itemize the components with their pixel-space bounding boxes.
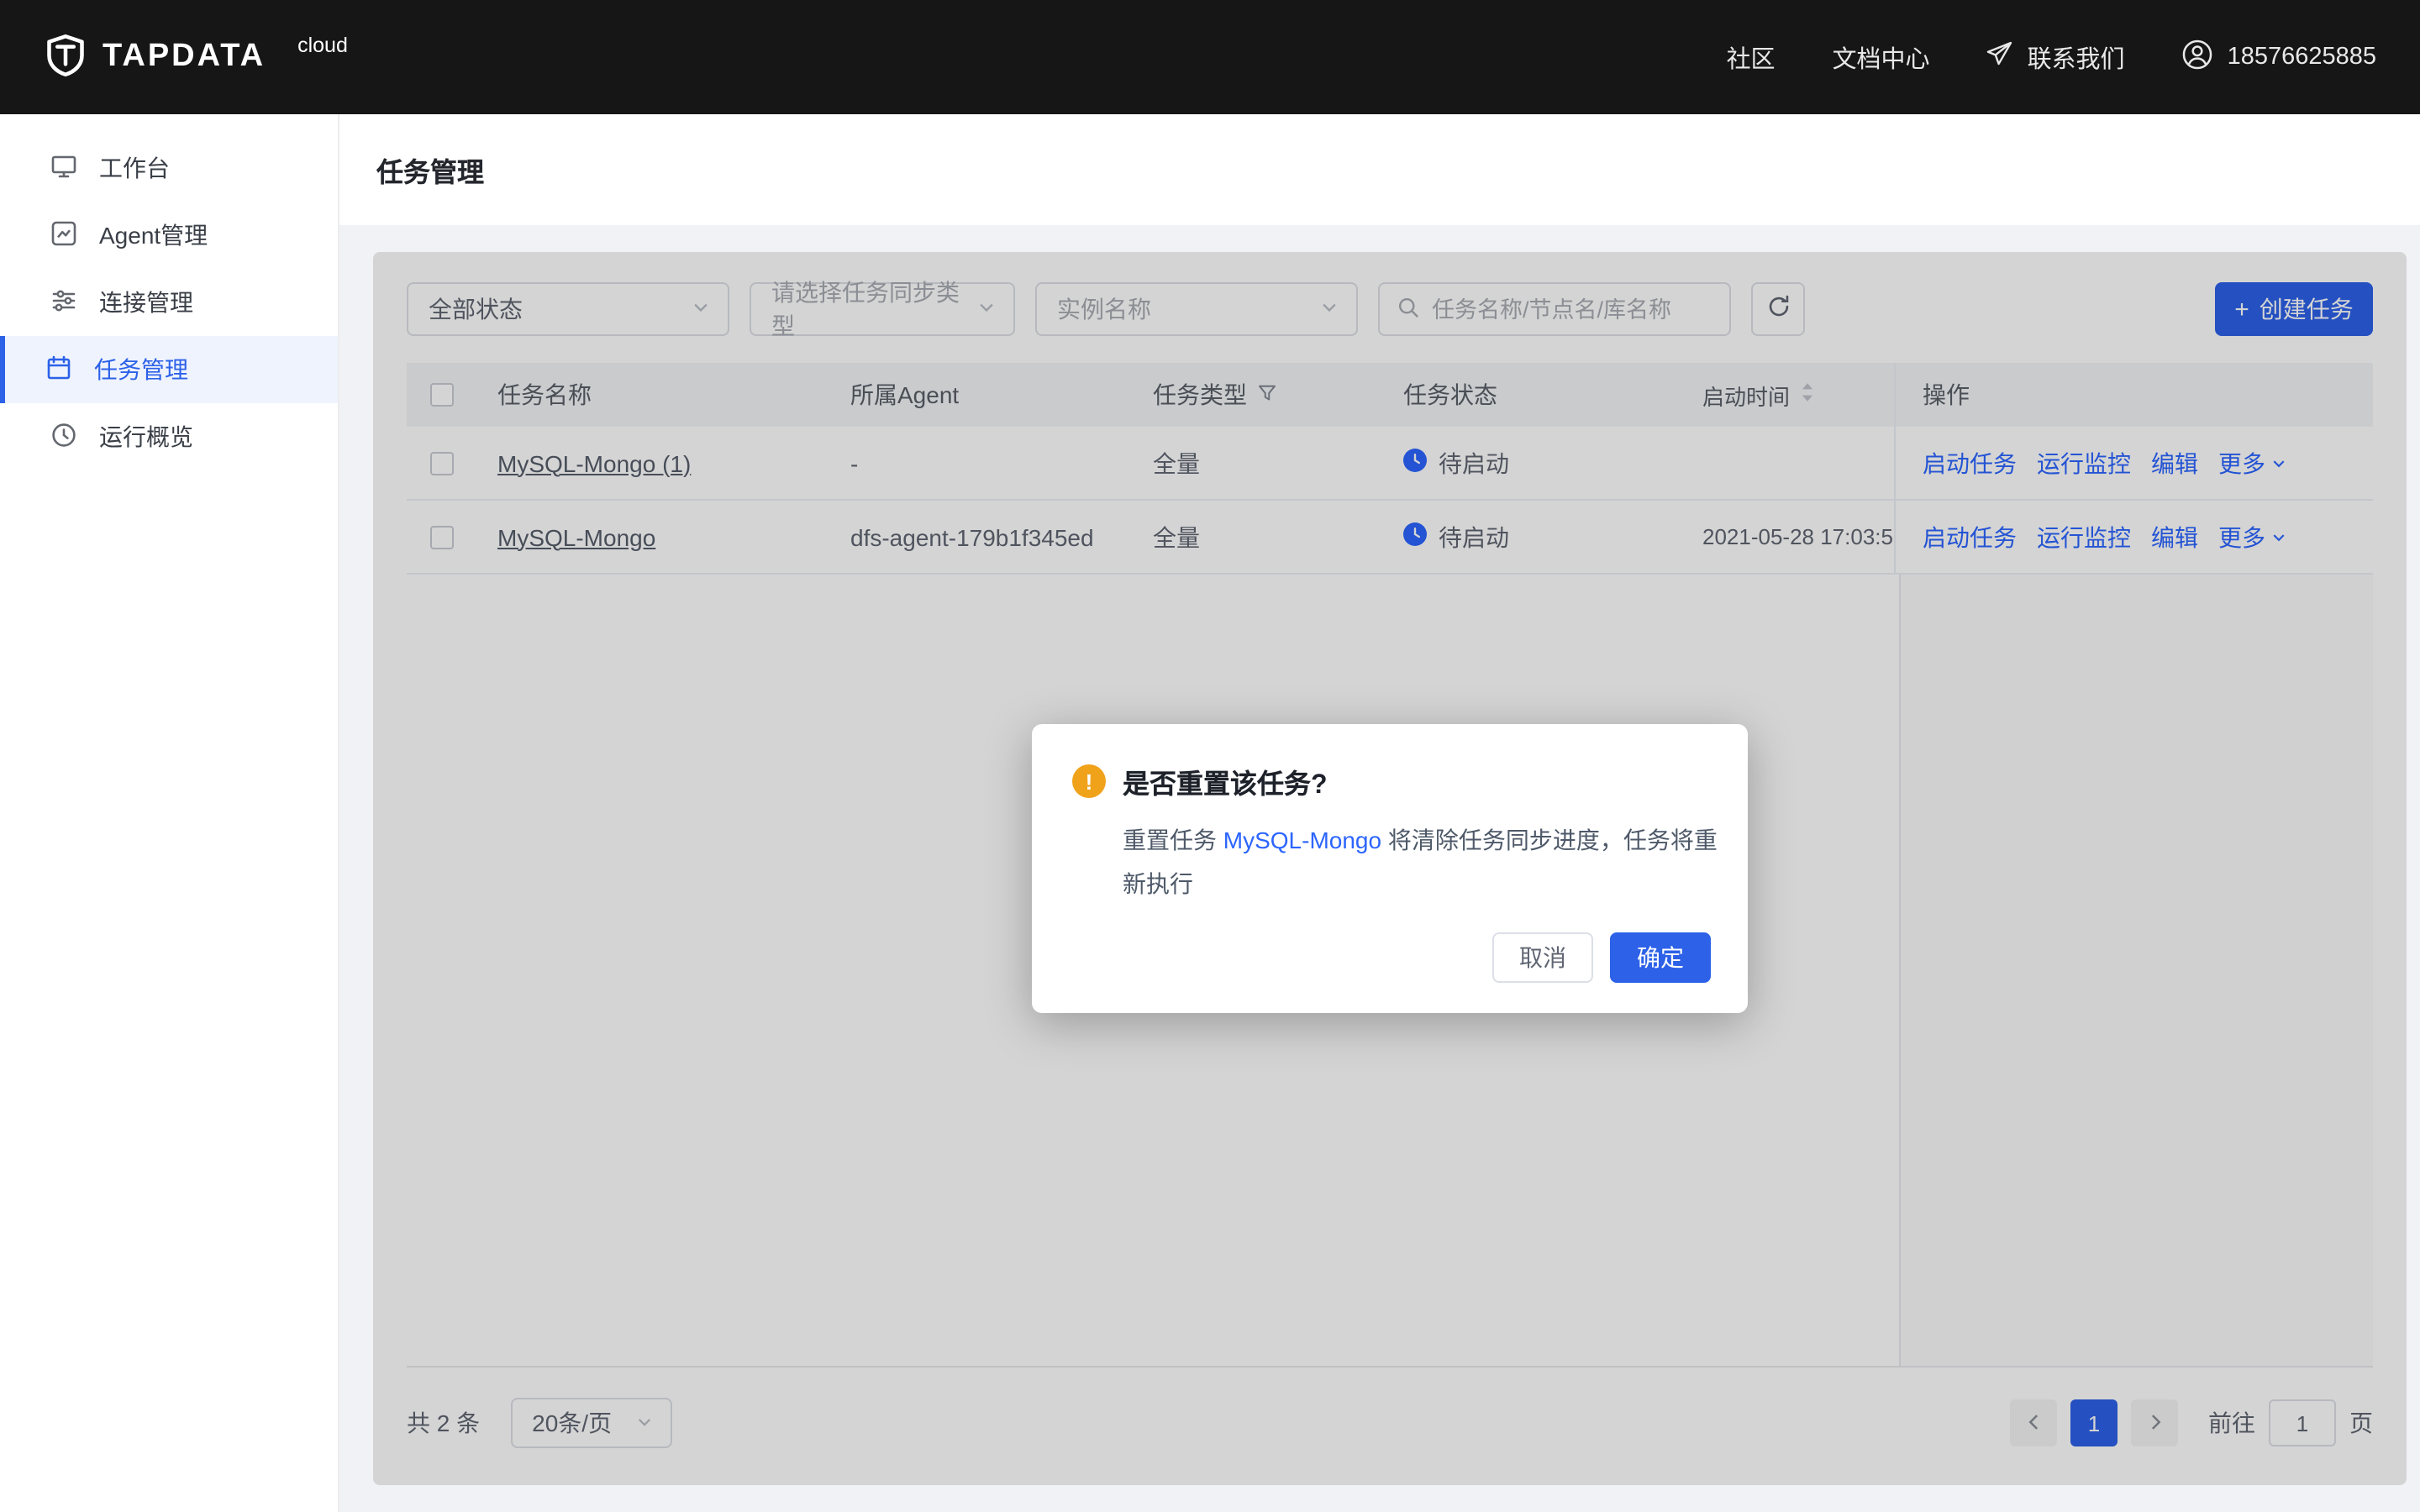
- dialog-title: 是否重置该任务?: [1123, 761, 1328, 801]
- monitor-icon: [50, 152, 77, 184]
- paper-plane-icon: [1987, 40, 2014, 74]
- top-header: TAPDATA cloud 社区 文档中心 联系我们: [0, 0, 2420, 114]
- sidebar-item-connections[interactable]: 连接管理: [0, 269, 338, 336]
- brand-wordmark: TAPDATA: [103, 39, 266, 76]
- nav-docs[interactable]: 文档中心: [1833, 39, 1930, 75]
- sidebar-item-tasks[interactable]: 任务管理: [0, 336, 338, 403]
- sidebar: 工作台 Agent管理 连接管理: [0, 114, 339, 1512]
- warning-icon: !: [1072, 764, 1106, 798]
- top-nav: 社区 文档中心 联系我们: [1727, 38, 2376, 76]
- nav-contact[interactable]: 联系我们: [1987, 39, 2125, 75]
- calendar-task-icon: [45, 354, 72, 386]
- confirm-button[interactable]: 确定: [1610, 932, 1711, 983]
- sidebar-item-workbench[interactable]: 工作台: [0, 134, 338, 202]
- overview-clock-icon: [50, 421, 77, 453]
- dialog-message: 重置任务 MySQL-Mongo 将清除任务同步进度，任务将重新执行: [1123, 818, 1728, 906]
- main-content: 任务管理 全部状态 请选择任务同步类型: [339, 114, 2420, 1512]
- sidebar-item-overview[interactable]: 运行概览: [0, 403, 338, 470]
- brand[interactable]: TAPDATA cloud: [44, 33, 348, 81]
- task-name-highlight[interactable]: MySQL-Mongo: [1223, 827, 1381, 853]
- brand-cloud-label: cloud: [297, 34, 348, 57]
- sliders-icon: [50, 286, 77, 318]
- reset-task-dialog: ! 是否重置该任务? 重置任务 MySQL-Mongo 将清除任务同步进度，任务…: [1032, 724, 1748, 1013]
- app-window: TAPDATA cloud 社区 文档中心 联系我们: [0, 0, 2420, 1512]
- dialog-header: ! 是否重置该任务?: [1072, 761, 1711, 801]
- sidebar-item-agent[interactable]: Agent管理: [0, 202, 338, 269]
- cancel-button[interactable]: 取消: [1492, 932, 1593, 983]
- agent-chart-icon: [50, 219, 77, 251]
- user-phone: 18576625885: [2228, 44, 2376, 71]
- page-title: 任务管理: [376, 150, 484, 190]
- nav-community[interactable]: 社区: [1727, 39, 1776, 75]
- page-header: 任务管理: [339, 114, 2420, 225]
- user-account[interactable]: 18576625885: [2182, 38, 2376, 76]
- tapdata-logo-icon: [44, 33, 87, 81]
- user-avatar-icon: [2182, 38, 2214, 76]
- dialog-actions: 取消 确定: [1072, 932, 1711, 983]
